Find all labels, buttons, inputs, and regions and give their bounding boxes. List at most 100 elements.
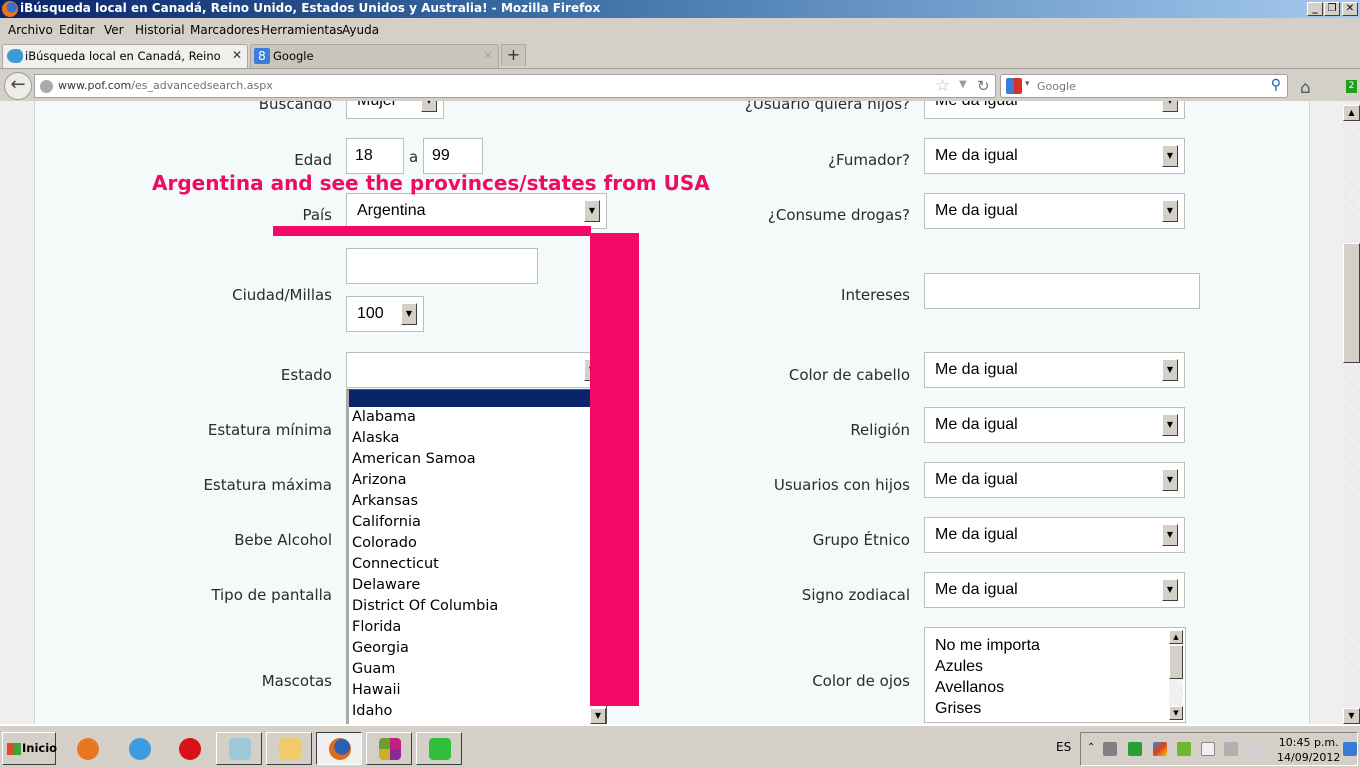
new-tab-button[interactable]: +: [501, 44, 526, 66]
menu-ver[interactable]: Ver: [104, 23, 124, 37]
dropdown-option[interactable]: Connecticut: [349, 554, 606, 575]
action-center-flag-icon[interactable]: [1201, 742, 1215, 756]
url-bar[interactable]: www.pof.com/es_advancedsearch.aspx ☆ ▼ ↻: [34, 74, 996, 98]
app-tray-icon[interactable]: [1177, 742, 1191, 756]
city-input[interactable]: [346, 248, 538, 284]
close-button[interactable]: ✕: [1342, 2, 1358, 16]
menu-archivo[interactable]: Archivo: [8, 23, 53, 37]
engine-dropdown-icon[interactable]: ▾: [1025, 79, 1030, 89]
internet-explorer-icon[interactable]: [116, 732, 162, 765]
history-dropdown-icon[interactable]: ▼: [959, 79, 967, 90]
eye-color-listbox[interactable]: No me importa Azules Avellanos Grises ▲ …: [924, 627, 1186, 723]
dropdown-option[interactable]: Idaho: [349, 701, 606, 722]
language-indicator[interactable]: ES: [1056, 740, 1071, 754]
wants-children-select[interactable]: Me da igual ▼: [924, 101, 1185, 119]
scroll-down-icon[interactable]: ▼: [1169, 706, 1183, 720]
tab-label: Google: [273, 49, 314, 63]
dropdown-option[interactable]: Arizona: [349, 470, 606, 491]
menu-historial[interactable]: Historial: [135, 23, 185, 37]
dropdown-option[interactable]: Hawaii: [349, 680, 606, 701]
clock[interactable]: 10:45 p.m. 14/09/2012: [1277, 735, 1340, 765]
state-dropdown-list[interactable]: Alabama Alaska American Samoa Arizona Arkans…: [346, 389, 607, 724]
dropdown-option[interactable]: Arkansas: [349, 491, 606, 512]
scroll-down-icon[interactable]: ▼: [1343, 708, 1360, 724]
addon-icon[interactable]: 2: [1337, 80, 1357, 94]
app-grid-icon[interactable]: [366, 732, 412, 765]
dropdown-option[interactable]: District Of Columbia: [349, 596, 606, 617]
chevron-down-icon: ▼: [1162, 414, 1178, 436]
state-select[interactable]: ▼: [346, 352, 607, 388]
menu-editar[interactable]: Editar: [59, 23, 95, 37]
listbox-scrollbar[interactable]: ▲ ▼: [1169, 630, 1183, 720]
interests-input[interactable]: [924, 273, 1200, 309]
label-intereses: Intereses: [841, 286, 910, 304]
search-bar[interactable]: ▾ Google ⚲: [1000, 74, 1288, 98]
tab-close-icon[interactable]: ✕: [232, 48, 242, 62]
scrollbar-thumb[interactable]: [1343, 243, 1360, 363]
dropdown-option[interactable]: Guam: [349, 659, 606, 680]
dropdown-option[interactable]: Georgia: [349, 638, 606, 659]
zodiac-select[interactable]: Me da igual ▼: [924, 572, 1185, 608]
tab-google[interactable]: 8 Google ✕: [250, 44, 499, 68]
tab-close-icon[interactable]: ✕: [483, 48, 493, 62]
label-grupo-etnico: Grupo Étnico: [812, 531, 910, 549]
menu-herramientas[interactable]: Herramientas: [261, 23, 343, 37]
list-item[interactable]: Grises: [935, 700, 981, 718]
tab-pof-search[interactable]: iBúsqueda local en Canadá, Reino Unido,.…: [2, 44, 248, 68]
menu-marcadores[interactable]: Marcadores: [190, 23, 260, 37]
miles-select[interactable]: 100 ▼: [346, 296, 424, 332]
firefox-icon[interactable]: [316, 732, 362, 765]
country-select[interactable]: Argentina ▼: [346, 193, 607, 229]
has-children-select[interactable]: Me da igual ▼: [924, 462, 1185, 498]
back-button[interactable]: ←: [4, 72, 32, 100]
dropdown-option[interactable]: Alaska: [349, 428, 606, 449]
hair-color-select[interactable]: Me da igual ▼: [924, 352, 1185, 388]
religion-select[interactable]: Me da igual ▼: [924, 407, 1185, 443]
dropdown-option[interactable]: California: [349, 512, 606, 533]
list-item[interactable]: No me importa: [935, 637, 1040, 655]
network-icon[interactable]: [1224, 742, 1238, 756]
bookmark-star-icon[interactable]: ☆: [935, 76, 950, 96]
paint-icon[interactable]: [416, 732, 462, 765]
buscando-select[interactable]: Mujer ▼: [346, 101, 444, 119]
search-icon[interactable]: ⚲: [1271, 77, 1281, 93]
notepad-icon[interactable]: [216, 732, 262, 765]
drugs-select[interactable]: Me da igual ▼: [924, 193, 1185, 229]
start-button[interactable]: Inicio: [2, 732, 57, 765]
age-from-input[interactable]: 18: [346, 138, 404, 174]
restore-button[interactable]: ❐: [1324, 2, 1340, 16]
system-tray: ⌃ 10:45 p.m. 14/09/2012: [1080, 732, 1358, 766]
update-icon[interactable]: [1128, 742, 1142, 756]
show-hidden-icons[interactable]: ⌃: [1087, 742, 1097, 756]
usb-safely-remove-icon[interactable]: [1103, 742, 1117, 756]
reload-icon[interactable]: ↻: [977, 77, 990, 95]
show-desktop-icon[interactable]: [1343, 742, 1357, 756]
file-explorer-icon[interactable]: [266, 732, 312, 765]
scroll-up-icon[interactable]: ▲: [1343, 105, 1360, 121]
age-to-input[interactable]: 99: [423, 138, 483, 174]
scrollbar-thumb[interactable]: [1169, 645, 1183, 679]
home-icon[interactable]: ⌂: [1300, 78, 1311, 98]
dropdown-option[interactable]: Colorado: [349, 533, 606, 554]
dropdown-option[interactable]: Delaware: [349, 575, 606, 596]
list-item[interactable]: Azules: [935, 658, 983, 676]
volume-icon[interactable]: [1249, 742, 1263, 756]
smoker-select[interactable]: Me da igual ▼: [924, 138, 1185, 174]
antivirus-icon[interactable]: [1153, 742, 1167, 756]
dropdown-option[interactable]: American Samoa: [349, 449, 606, 470]
fish-icon: [7, 49, 23, 63]
dropdown-option[interactable]: Florida: [349, 617, 606, 638]
minimize-button[interactable]: _: [1307, 2, 1323, 16]
dropdown-option[interactable]: Alabama: [349, 407, 606, 428]
media-player-icon[interactable]: [64, 732, 110, 765]
google-engine-icon[interactable]: [1006, 78, 1022, 94]
dropdown-selected-empty-option[interactable]: [349, 390, 606, 407]
scroll-up-icon[interactable]: ▲: [1169, 630, 1183, 644]
menu-ayuda[interactable]: Ayuda: [342, 23, 379, 37]
opera-icon[interactable]: [166, 732, 212, 765]
list-item[interactable]: Avellanos: [935, 679, 1004, 697]
scroll-down-icon[interactable]: ▼: [590, 708, 606, 724]
ethnic-group-select[interactable]: Me da igual ▼: [924, 517, 1185, 553]
page-scrollbar[interactable]: ▲ ▼: [1343, 101, 1360, 724]
label-buscando: Buscando: [258, 101, 332, 113]
